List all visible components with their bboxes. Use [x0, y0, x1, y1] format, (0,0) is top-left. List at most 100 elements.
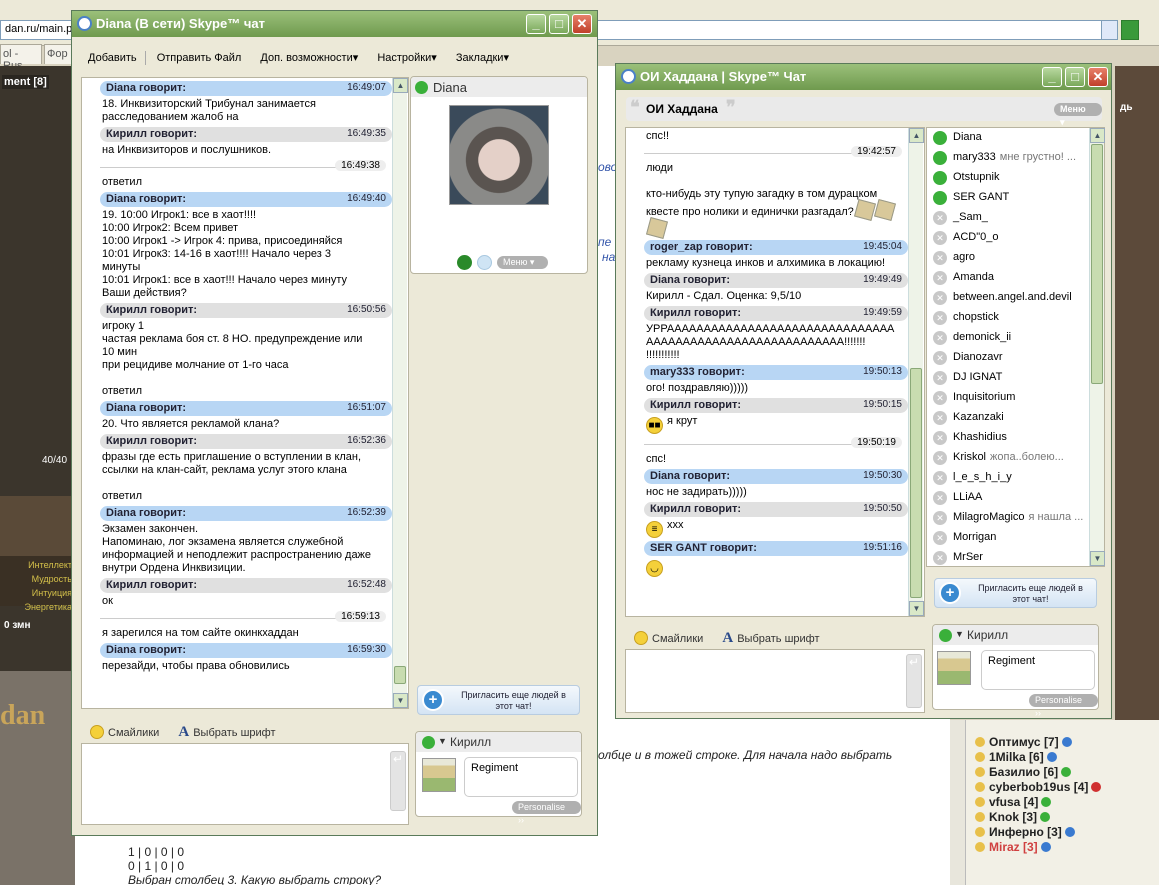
participant-item[interactable]: ✕ DJ IGNAT [927, 368, 1104, 388]
address-dropdown[interactable] [1101, 21, 1117, 39]
participant-item[interactable]: mary333 мне грустно! ... [927, 148, 1104, 168]
message-author: Кирилл говорит: [650, 503, 742, 515]
minimize-button[interactable]: _ [526, 14, 546, 34]
participant-item[interactable]: ✕ Inquisitorium [927, 388, 1104, 408]
online-user-item[interactable]: Базилио [6] [975, 765, 1072, 779]
scroll-down-arrow[interactable]: ▼ [909, 601, 924, 616]
smileys-button[interactable]: Смайлики [90, 725, 159, 739]
close-button[interactable]: ✕ [1088, 67, 1108, 87]
participant-item[interactable]: ✕ ACD"0_o [927, 228, 1104, 248]
my-avatar[interactable] [422, 758, 456, 792]
window-titlebar[interactable]: ОИ Хаддана | Skype™ Чат _ □ ✕ [616, 64, 1111, 90]
invite-people-button[interactable]: + Пригласить еще людей в этот чат! [417, 685, 580, 715]
user-info-icon[interactable] [1061, 767, 1072, 777]
menu-settings[interactable]: Настройки▾ [369, 47, 444, 68]
participant-item[interactable]: ✕ _Sam_ [927, 208, 1104, 228]
scroll-up-arrow[interactable]: ▲ [909, 128, 924, 143]
window-titlebar[interactable]: Diana (В сети) Skype™ чат _ □ ✕ [72, 11, 597, 37]
participant-item[interactable]: ✕ agro [927, 248, 1104, 268]
message-input[interactable] [625, 649, 925, 713]
scroll-down-arrow[interactable]: ▼ [1090, 551, 1105, 566]
chat-history[interactable]: Diana говорит: 16:49:07 18. Инквизиторский… [81, 77, 409, 709]
participant-item[interactable]: ✕ Khashidius [927, 428, 1104, 448]
user-info-icon[interactable] [1040, 842, 1051, 852]
page-scrollbar[interactable] [950, 720, 965, 885]
call-icon[interactable] [457, 255, 472, 270]
participant-item[interactable]: SER GANT [927, 188, 1104, 208]
browser-tab-1[interactable]: ol - Rus... [0, 44, 42, 72]
smileys-button[interactable]: Смайлики [634, 631, 703, 645]
browser-tab-2[interactable]: Фор [44, 44, 74, 64]
bg-link-3[interactable]: на [602, 250, 615, 264]
user-info-icon[interactable] [1091, 782, 1102, 792]
online-user-item[interactable]: Knok [3] [975, 810, 1050, 824]
online-user-item[interactable]: Инферно [3] [975, 825, 1075, 839]
online-user-item[interactable]: vfusa [4] [975, 795, 1052, 809]
chat-menu-button[interactable]: Меню ▾ [1054, 103, 1102, 127]
font-button[interactable]: A Выбрать шрифт [178, 724, 275, 741]
contact-avatar[interactable] [449, 105, 549, 205]
user-info-icon[interactable] [1046, 752, 1057, 762]
scroll-thumb[interactable] [394, 666, 406, 684]
participant-item[interactable]: ✕ Dianozavr [927, 348, 1104, 368]
participants-scrollbar[interactable]: ▲ ▼ [1089, 128, 1105, 566]
user-info-icon[interactable] [1064, 827, 1075, 837]
font-button[interactable]: A Выбрать шрифт [722, 630, 819, 647]
menu-send-file[interactable]: Отправить Файл [149, 48, 250, 68]
message-input[interactable] [81, 743, 409, 825]
scroll-up-arrow[interactable]: ▲ [393, 78, 408, 93]
participant-item[interactable]: ✕ Morrigan [927, 528, 1104, 548]
scroll-down-arrow[interactable]: ▼ [393, 693, 408, 708]
participant-name: Amanda [953, 271, 994, 283]
my-profile-header[interactable]: ▼ Кирилл [933, 625, 1098, 645]
bg-link-2[interactable]: пе [598, 235, 611, 249]
user-info-icon[interactable] [1040, 812, 1050, 822]
close-button[interactable]: ✕ [572, 14, 592, 34]
participant-item[interactable]: Otstupnik [927, 168, 1104, 188]
send-button[interactable]: ↵ [906, 654, 922, 708]
maximize-button[interactable]: □ [549, 14, 569, 34]
participant-item[interactable]: ✕ MilagroMagico я нашла ... [927, 508, 1104, 528]
scroll-thumb[interactable] [910, 368, 922, 598]
online-user-item[interactable]: Miraz [3] [975, 840, 1051, 854]
menu-extras[interactable]: Доп. возможности▾ [252, 47, 366, 68]
chat-history[interactable]: спс!! 19:42:57 люди кто-нибудь эту тупую з… [625, 127, 925, 617]
participants-list[interactable]: Diana mary333 мне грустно! ... Otstupnik SER… [926, 127, 1105, 567]
invite-people-button[interactable]: + Пригласить еще людей в этот чат! [934, 578, 1097, 608]
chat-scrollbar[interactable]: ▲ ▼ [392, 78, 408, 708]
participant-item[interactable]: ✕ Kriskol жопа..болею... [927, 448, 1104, 468]
participant-item[interactable]: ✕ Amanda [927, 268, 1104, 288]
my-avatar[interactable] [937, 651, 971, 685]
participant-item[interactable]: Diana [927, 128, 1104, 148]
participant-item[interactable]: ✕ LLiAA [927, 488, 1104, 508]
online-user-item[interactable]: cyberbob19us [4] [975, 780, 1102, 794]
online-user-item[interactable]: 1Milka [6] [975, 750, 1057, 764]
send-button[interactable]: ↵ [390, 751, 406, 811]
participant-item[interactable]: ✕ Kazanzaki [927, 408, 1104, 428]
chat-icon[interactable] [477, 255, 492, 270]
message-content: 19. 10:00 Игрок1: все в хаот!!!! 10:00 И… [102, 209, 347, 299]
menu-bookmarks[interactable]: Закладки▾ [448, 47, 517, 68]
minimize-button[interactable]: _ [1042, 67, 1062, 87]
mood-message-field[interactable]: Regiment [981, 650, 1095, 690]
chat-scrollbar[interactable]: ▲ ▼ [908, 128, 924, 616]
scroll-up-arrow[interactable]: ▲ [1090, 128, 1105, 143]
menu-add[interactable]: Добавить [80, 48, 145, 68]
personalise-button[interactable]: Personalise ›› [1029, 694, 1098, 718]
message-separator: 16:49:38 [100, 160, 392, 174]
contact-menu-button[interactable]: Меню ▾ [497, 256, 549, 269]
mood-message-field[interactable]: Regiment [464, 757, 578, 797]
participant-item[interactable]: ✕ demonick_ii [927, 328, 1104, 348]
user-info-icon[interactable] [1041, 797, 1052, 807]
participant-item[interactable]: ✕ MrSer [927, 548, 1104, 566]
participant-item[interactable]: ✕ between.angel.and.devil [927, 288, 1104, 308]
participant-item[interactable]: ✕ chopstick [927, 308, 1104, 328]
my-profile-header[interactable]: ▼ Кирилл [416, 732, 581, 752]
scroll-thumb[interactable] [1091, 144, 1103, 384]
user-info-icon[interactable] [1061, 737, 1072, 747]
personalise-button[interactable]: Personalise ›› [512, 801, 581, 825]
maximize-button[interactable]: □ [1065, 67, 1085, 87]
participant-item[interactable]: ✕ l_e_s_h_i_y [927, 468, 1104, 488]
online-user-item[interactable]: Оптимус [7] [975, 735, 1072, 749]
go-button[interactable] [1121, 20, 1139, 40]
